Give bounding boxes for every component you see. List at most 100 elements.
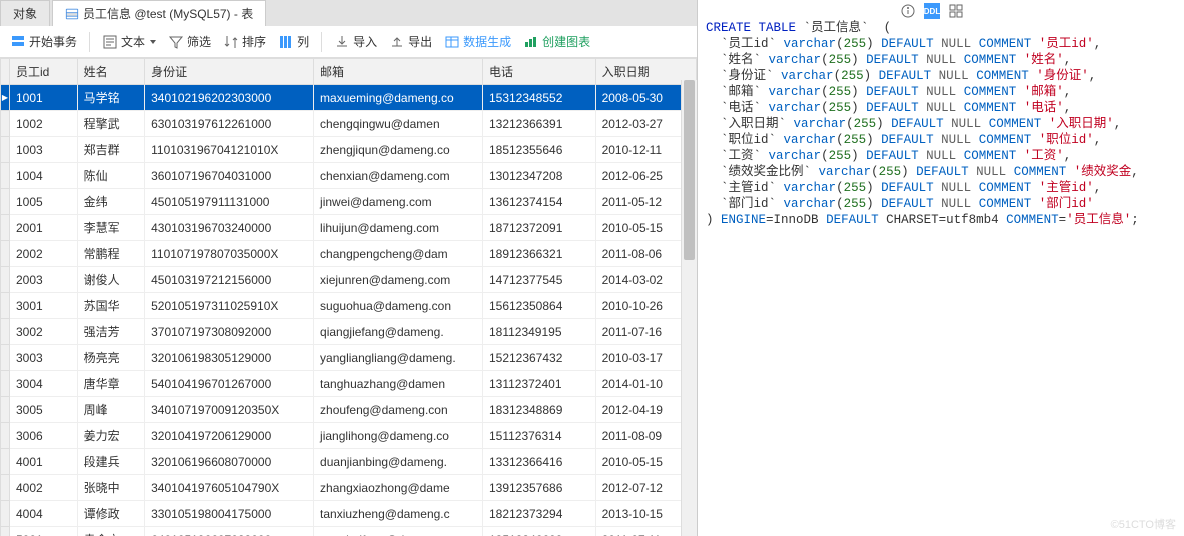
text-button[interactable]: 文本 — [98, 31, 160, 52]
data-gen-button[interactable]: 数据生成 — [440, 31, 515, 52]
table-cell[interactable]: 18512355646 — [482, 137, 595, 163]
table-row[interactable]: 3002强洁芳370107197308092000qiangjiefang@da… — [1, 319, 697, 345]
tab-objects[interactable]: 对象 — [0, 0, 50, 26]
table-cell[interactable]: 430103196703240000 — [145, 215, 314, 241]
table-cell[interactable]: 15112376314 — [482, 423, 595, 449]
table-cell[interactable]: 谭修政 — [77, 501, 145, 527]
table-row[interactable]: 3006姜力宏320104197206129000jianglihong@dam… — [1, 423, 697, 449]
table-cell[interactable]: 18212373294 — [482, 501, 595, 527]
table-cell[interactable]: 450103197212156000 — [145, 267, 314, 293]
table-cell[interactable]: 340104197605104790X — [145, 475, 314, 501]
table-cell[interactable]: 3001 — [10, 293, 78, 319]
table-cell[interactable]: 18312348869 — [482, 397, 595, 423]
column-header[interactable]: 身份证 — [145, 59, 314, 85]
filter-button[interactable]: 筛选 — [164, 31, 215, 52]
table-row[interactable]: 5001袁会方640105196607028000yuanhuifang@dam… — [1, 527, 697, 536]
table-cell[interactable]: 1002 — [10, 111, 78, 137]
table-cell[interactable]: 1001 — [10, 85, 78, 111]
table-cell[interactable]: 杨亮亮 — [77, 345, 145, 371]
column-header[interactable]: 邮箱 — [314, 59, 483, 85]
column-header[interactable]: 电话 — [482, 59, 595, 85]
table-row[interactable]: 4001段建兵320106196608070000duanjianbing@da… — [1, 449, 697, 475]
table-cell[interactable]: 630103197612261000 — [145, 111, 314, 137]
table-cell[interactable]: 程擎武 — [77, 111, 145, 137]
table-cell[interactable]: 13112372401 — [482, 371, 595, 397]
table-cell[interactable]: 1005 — [10, 189, 78, 215]
table-cell[interactable]: 1003 — [10, 137, 78, 163]
table-cell[interactable]: 360107196704031000 — [145, 163, 314, 189]
table-cell[interactable]: maxueming@dameng.co — [314, 85, 483, 111]
table-cell[interactable]: 13212366391 — [482, 111, 595, 137]
table-cell[interactable]: jinwei@dameng.com — [314, 189, 483, 215]
import-button[interactable]: 导入 — [330, 31, 381, 52]
scroll-thumb[interactable] — [684, 80, 695, 260]
table-cell[interactable]: 陈仙 — [77, 163, 145, 189]
table-cell[interactable]: 李慧军 — [77, 215, 145, 241]
table-cell[interactable]: 3003 — [10, 345, 78, 371]
table-cell[interactable]: 320106198305129000 — [145, 345, 314, 371]
table-cell[interactable]: 340102196202303000 — [145, 85, 314, 111]
table-cell[interactable]: 郑吉群 — [77, 137, 145, 163]
table-cell[interactable]: 18912366321 — [482, 241, 595, 267]
table-cell[interactable]: 540104196701267000 — [145, 371, 314, 397]
table-cell[interactable]: 340107197009120350X — [145, 397, 314, 423]
vertical-scrollbar[interactable] — [681, 80, 697, 536]
table-cell[interactable]: 13512346609 — [482, 527, 595, 536]
table-row[interactable]: 1003郑吉群110103196704121010Xzhengjiqun@dam… — [1, 137, 697, 163]
table-cell[interactable]: jianglihong@dameng.co — [314, 423, 483, 449]
table-cell[interactable]: 2002 — [10, 241, 78, 267]
table-row[interactable]: 1001马学铭340102196202303000maxueming@damen… — [1, 85, 697, 111]
table-row[interactable]: 4004谭修政330105198004175000tanxiuzheng@dam… — [1, 501, 697, 527]
table-cell[interactable]: 3004 — [10, 371, 78, 397]
create-chart-button[interactable]: 创建图表 — [519, 31, 594, 52]
table-cell[interactable]: 15612350864 — [482, 293, 595, 319]
table-row[interactable]: 2001李慧军430103196703240000lihuijun@dameng… — [1, 215, 697, 241]
table-row[interactable]: 2002常鹏程110107197807035000Xchangpengcheng… — [1, 241, 697, 267]
table-cell[interactable]: 13612374154 — [482, 189, 595, 215]
table-cell[interactable]: 袁会方 — [77, 527, 145, 536]
table-cell[interactable]: 18112349195 — [482, 319, 595, 345]
table-cell[interactable]: chengqingwu@damen — [314, 111, 483, 137]
table-cell[interactable]: 2001 — [10, 215, 78, 241]
table-cell[interactable]: 4001 — [10, 449, 78, 475]
table-cell[interactable]: 段建兵 — [77, 449, 145, 475]
table-cell[interactable]: 张晓中 — [77, 475, 145, 501]
table-cell[interactable]: 金纬 — [77, 189, 145, 215]
table-row[interactable]: 1002程擎武630103197612261000chengqingwu@dam… — [1, 111, 697, 137]
table-row[interactable]: 2003谢俊人450103197212156000xiejunren@damen… — [1, 267, 697, 293]
export-button[interactable]: 导出 — [385, 31, 436, 52]
table-cell[interactable]: 15212367432 — [482, 345, 595, 371]
table-cell[interactable]: 谢俊人 — [77, 267, 145, 293]
columns-button[interactable]: 列 — [274, 31, 313, 52]
table-cell[interactable]: 5001 — [10, 527, 78, 536]
table-cell[interactable]: xiejunren@dameng.com — [314, 267, 483, 293]
table-row[interactable]: 3003杨亮亮320106198305129000yangliangliang@… — [1, 345, 697, 371]
table-cell[interactable]: 1004 — [10, 163, 78, 189]
table-row[interactable]: 3005周峰340107197009120350Xzhoufeng@dameng… — [1, 397, 697, 423]
table-cell[interactable]: 18712372091 — [482, 215, 595, 241]
table-cell[interactable]: 苏国华 — [77, 293, 145, 319]
table-cell[interactable]: zhangxiaozhong@dame — [314, 475, 483, 501]
table-row[interactable]: 4002张晓中340104197605104790Xzhangxiaozhong… — [1, 475, 697, 501]
table-row[interactable]: 1005金纬450105197911131000jinwei@dameng.co… — [1, 189, 697, 215]
table-cell[interactable]: 13012347208 — [482, 163, 595, 189]
sql-ddl-view[interactable]: CREATE TABLE `员工信息` ( `员工id` varchar(255… — [698, 20, 1184, 536]
table-cell[interactable]: qiangjiefang@dameng. — [314, 319, 483, 345]
table-cell[interactable]: duanjianbing@dameng. — [314, 449, 483, 475]
sort-button[interactable]: 排序 — [219, 31, 270, 52]
table-cell[interactable]: 2003 — [10, 267, 78, 293]
table-cell[interactable]: 110107197807035000X — [145, 241, 314, 267]
table-cell[interactable]: 320106196608070000 — [145, 449, 314, 475]
table-cell[interactable]: 4004 — [10, 501, 78, 527]
table-cell[interactable]: 3002 — [10, 319, 78, 345]
table-cell[interactable]: changpengcheng@dam — [314, 241, 483, 267]
table-cell[interactable]: 15312348552 — [482, 85, 595, 111]
table-cell[interactable]: 3006 — [10, 423, 78, 449]
table-cell[interactable]: 强洁芳 — [77, 319, 145, 345]
table-row[interactable]: 1004陈仙360107196704031000chenxian@dameng.… — [1, 163, 697, 189]
table-cell[interactable]: 唐华章 — [77, 371, 145, 397]
table-cell[interactable]: 3005 — [10, 397, 78, 423]
table-cell[interactable]: 330105198004175000 — [145, 501, 314, 527]
begin-transaction-button[interactable]: 开始事务 — [6, 31, 81, 52]
table-row[interactable]: 3004唐华章540104196701267000tanghuazhang@da… — [1, 371, 697, 397]
